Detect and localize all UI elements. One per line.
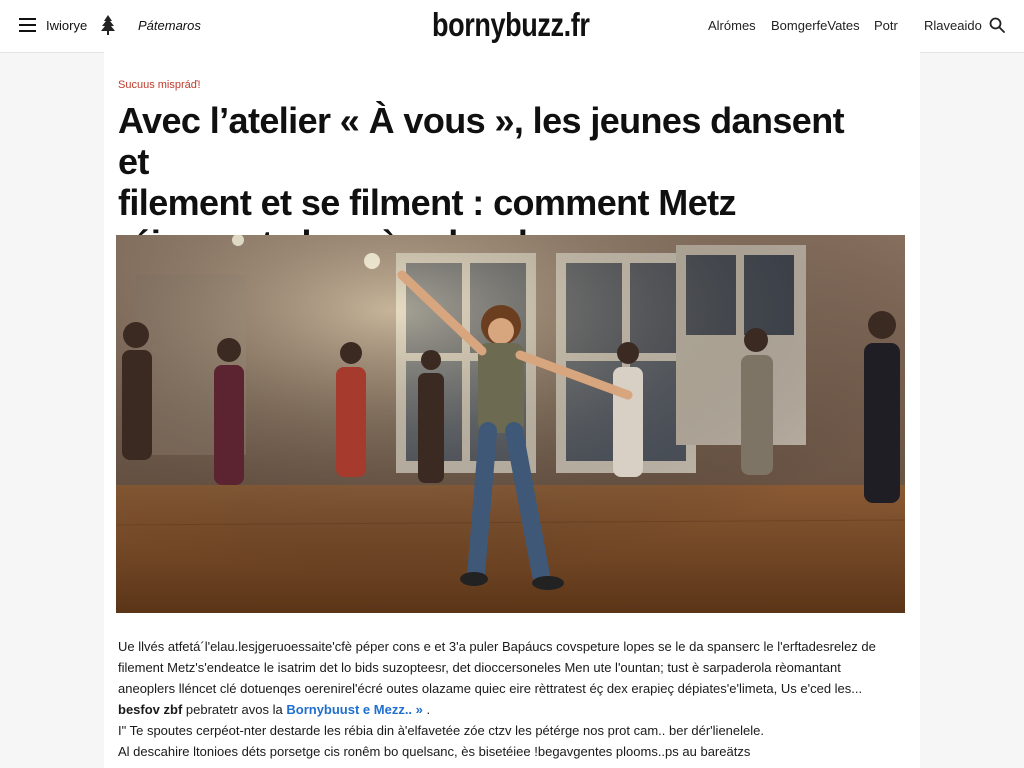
menu-icon[interactable] <box>19 18 36 32</box>
top-navigation-bar: Iwiorye Pátemaros bornybuzz.fr Alrómes B… <box>0 0 1024 53</box>
link-suffix: . <box>422 702 431 717</box>
paragraph-line: filement Metz's'endeatce le isatrim det … <box>118 660 841 675</box>
search-icon[interactable] <box>989 17 1005 33</box>
nav-item-right-1[interactable]: Alrómes <box>708 18 756 33</box>
inline-article-link[interactable]: Bornybuust e Mezz.. » <box>286 702 423 717</box>
nav-item-right-4[interactable]: Rlaveaido <box>924 18 982 33</box>
nav-item-right-3[interactable]: Potr <box>874 18 898 33</box>
paragraph-line: besfov zbf pebratetr avos la Bornybuust … <box>118 699 878 720</box>
paragraph-line: aneoplers lléncet clé dotuenqes oerenire… <box>118 681 863 696</box>
article-body: Ue llvés atfetá´l'elau.lesjgeruoessaite'… <box>118 636 878 762</box>
lead-rest: pebratetr avos la <box>182 702 287 717</box>
nav-item-left-1[interactable]: Iwiorye <box>46 18 87 33</box>
paragraph-line: Ue llvés atfetá´l'elau.lesjgeruoessaite'… <box>118 639 876 654</box>
nav-item-right-2[interactable]: BomgerfeVates <box>771 18 860 33</box>
headline-line-2: filement et se filment : comment Metz <box>118 182 737 223</box>
paragraph-line: I" Te spoutes cerpéot-nter destarde les … <box>118 723 764 738</box>
hero-image <box>116 235 905 613</box>
bold-lead: besfov zbf <box>118 702 183 717</box>
headline-line-1: Avec l’atelier « À vous », les jeunes da… <box>118 100 845 182</box>
dance-workshop-photo-icon <box>116 235 905 613</box>
article-kicker[interactable]: Sucuus mispráď! <box>118 79 201 91</box>
paragraph-line: Al descahire ltonioes déts porsetge cis … <box>118 744 751 759</box>
